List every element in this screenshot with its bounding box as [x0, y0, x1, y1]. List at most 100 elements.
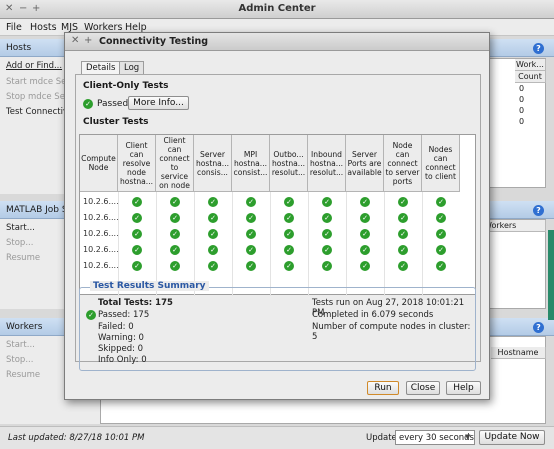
col-client-resolve[interactable]: Client can resolve node hostna... — [118, 135, 156, 192]
test-pass-icon: ✓ — [436, 229, 446, 239]
test-pass-icon: ✓ — [398, 261, 408, 271]
client-only-title: Client-Only Tests — [83, 81, 169, 91]
test-pass-icon: ✓ — [322, 213, 332, 223]
start-mdce-link[interactable]: Start mdce Ser — [6, 77, 70, 87]
test-connectivity-link[interactable]: Test Connectiv — [6, 107, 68, 117]
column-divider — [270, 192, 271, 296]
test-pass-icon: ✓ — [398, 213, 408, 223]
test-pass-icon: ✓ — [246, 197, 256, 207]
host-count-cell: 0 — [519, 84, 525, 93]
check-circle-icon: ✓ — [86, 310, 96, 320]
workers-stop-link[interactable]: Stop... — [6, 355, 33, 365]
test-pass-icon: ✓ — [208, 213, 218, 223]
mjs-stop-link[interactable]: Stop... — [6, 238, 33, 248]
menu-file[interactable]: File — [6, 22, 22, 33]
test-pass-icon: ✓ — [246, 245, 256, 255]
mjs-start-link[interactable]: Start... — [6, 223, 35, 233]
col-server-hostname[interactable]: Server hostna... consis... — [194, 135, 232, 192]
column-divider — [422, 192, 423, 296]
summary-title: Test Results Summary — [90, 281, 209, 291]
col-mpi-hostname[interactable]: MPI hostna... consist... — [232, 135, 270, 192]
tab-details[interactable]: Details — [81, 61, 121, 74]
node-cell: 10.2.6.... — [83, 245, 119, 254]
test-pass-icon: ✓ — [208, 197, 218, 207]
test-pass-icon: ✓ — [360, 261, 370, 271]
col-client-connect[interactable]: Client can connect to service on node — [156, 135, 194, 192]
help-button[interactable]: Help — [446, 381, 481, 395]
test-pass-icon: ✓ — [360, 245, 370, 255]
main-title-bar: ✕ − + Admin Center — [0, 0, 554, 19]
warning-text: Warning: 0 — [98, 333, 144, 343]
hosts-help-icon[interactable]: ? — [533, 43, 544, 54]
test-pass-icon: ✓ — [398, 229, 408, 239]
test-pass-icon: ✓ — [436, 197, 446, 207]
test-pass-icon: ✓ — [360, 213, 370, 223]
test-pass-icon: ✓ — [360, 197, 370, 207]
info-only-text: Info Only: 0 — [98, 355, 147, 365]
failed-text: Failed: 0 — [98, 322, 134, 332]
node-cell: 10.2.6.... — [83, 261, 119, 270]
col-compute-node[interactable]: Compute Node — [80, 135, 118, 192]
test-pass-icon: ✓ — [436, 213, 446, 223]
column-divider — [232, 192, 233, 296]
test-pass-icon: ✓ — [132, 261, 142, 271]
col-server-ports[interactable]: Server Ports are available — [346, 135, 384, 192]
run-button[interactable]: Run — [367, 381, 399, 395]
dialog-close-icon[interactable]: ✕ — [71, 35, 79, 46]
hosts-panel-title: Hosts — [6, 43, 32, 53]
test-pass-icon: ✓ — [208, 229, 218, 239]
mjs-resume-link[interactable]: Resume — [6, 253, 40, 263]
update-label: Update — [366, 433, 397, 443]
hosts-count-header[interactable]: Count — [515, 71, 546, 83]
dialog-title-bar: ✕ + Connectivity Testing — [65, 33, 489, 51]
column-divider — [346, 192, 347, 296]
cluster-tests-table: Compute Node Client can resolve node hos… — [79, 134, 476, 296]
workers-start-link[interactable]: Start... — [6, 340, 35, 350]
test-pass-icon: ✓ — [246, 213, 256, 223]
col-inbound-hostname[interactable]: Inbound hostna... resolut... — [308, 135, 346, 192]
background-edge — [548, 230, 554, 320]
test-pass-icon: ✓ — [246, 261, 256, 271]
hosts-workers-header[interactable]: Work... — [515, 59, 546, 71]
passed-text: Passed: 175 — [98, 310, 150, 320]
test-pass-icon: ✓ — [322, 261, 332, 271]
test-pass-icon: ✓ — [284, 197, 294, 207]
test-pass-icon: ✓ — [170, 197, 180, 207]
col-outbound-hostname[interactable]: Outbo... hostna... resolut... — [270, 135, 308, 192]
test-pass-icon: ✓ — [322, 197, 332, 207]
cluster-tests-title: Cluster Tests — [83, 117, 149, 127]
tab-log[interactable]: Log — [119, 61, 145, 74]
menu-hosts[interactable]: Hosts — [30, 22, 57, 33]
test-pass-icon: ✓ — [398, 197, 408, 207]
close-button[interactable]: Close — [406, 381, 440, 395]
col-nodes-connect-client[interactable]: Nodes can connect to client — [422, 135, 460, 192]
col-node-connect-server[interactable]: Node can connect to server ports — [384, 135, 422, 192]
test-pass-icon: ✓ — [322, 245, 332, 255]
dialog-maximize-icon[interactable]: + — [84, 35, 92, 46]
test-pass-icon: ✓ — [398, 245, 408, 255]
test-pass-icon: ✓ — [132, 213, 142, 223]
test-pass-icon: ✓ — [170, 213, 180, 223]
mjs-help-icon[interactable]: ? — [533, 205, 544, 216]
stop-mdce-link[interactable]: Stop mdce Ser — [6, 92, 68, 102]
dialog-title: Connectivity Testing — [99, 36, 209, 47]
node-cell: 10.2.6.... — [83, 229, 119, 238]
mjs-workers-header[interactable]: Workers — [481, 220, 546, 232]
more-info-button[interactable]: More Info... — [128, 96, 189, 110]
update-interval-select[interactable]: every 30 seconds ▼ — [395, 430, 475, 445]
host-count-cell: 0 — [519, 95, 525, 104]
test-pass-icon: ✓ — [132, 245, 142, 255]
column-divider — [308, 192, 309, 296]
total-tests-text: Total Tests: 175 — [98, 298, 173, 308]
test-pass-icon: ✓ — [284, 229, 294, 239]
skipped-text: Skipped: 0 — [98, 344, 144, 354]
workers-help-icon[interactable]: ? — [533, 322, 544, 333]
update-now-button[interactable]: Update Now — [479, 430, 545, 445]
add-or-find-link[interactable]: Add or Find... — [6, 61, 62, 71]
test-pass-icon: ✓ — [208, 245, 218, 255]
test-pass-icon: ✓ — [436, 261, 446, 271]
workers-resume-link[interactable]: Resume — [6, 370, 40, 380]
test-pass-icon: ✓ — [132, 197, 142, 207]
node-cell: 10.2.6.... — [83, 213, 119, 222]
workers-hostname-header[interactable]: Hostname — [491, 347, 546, 359]
